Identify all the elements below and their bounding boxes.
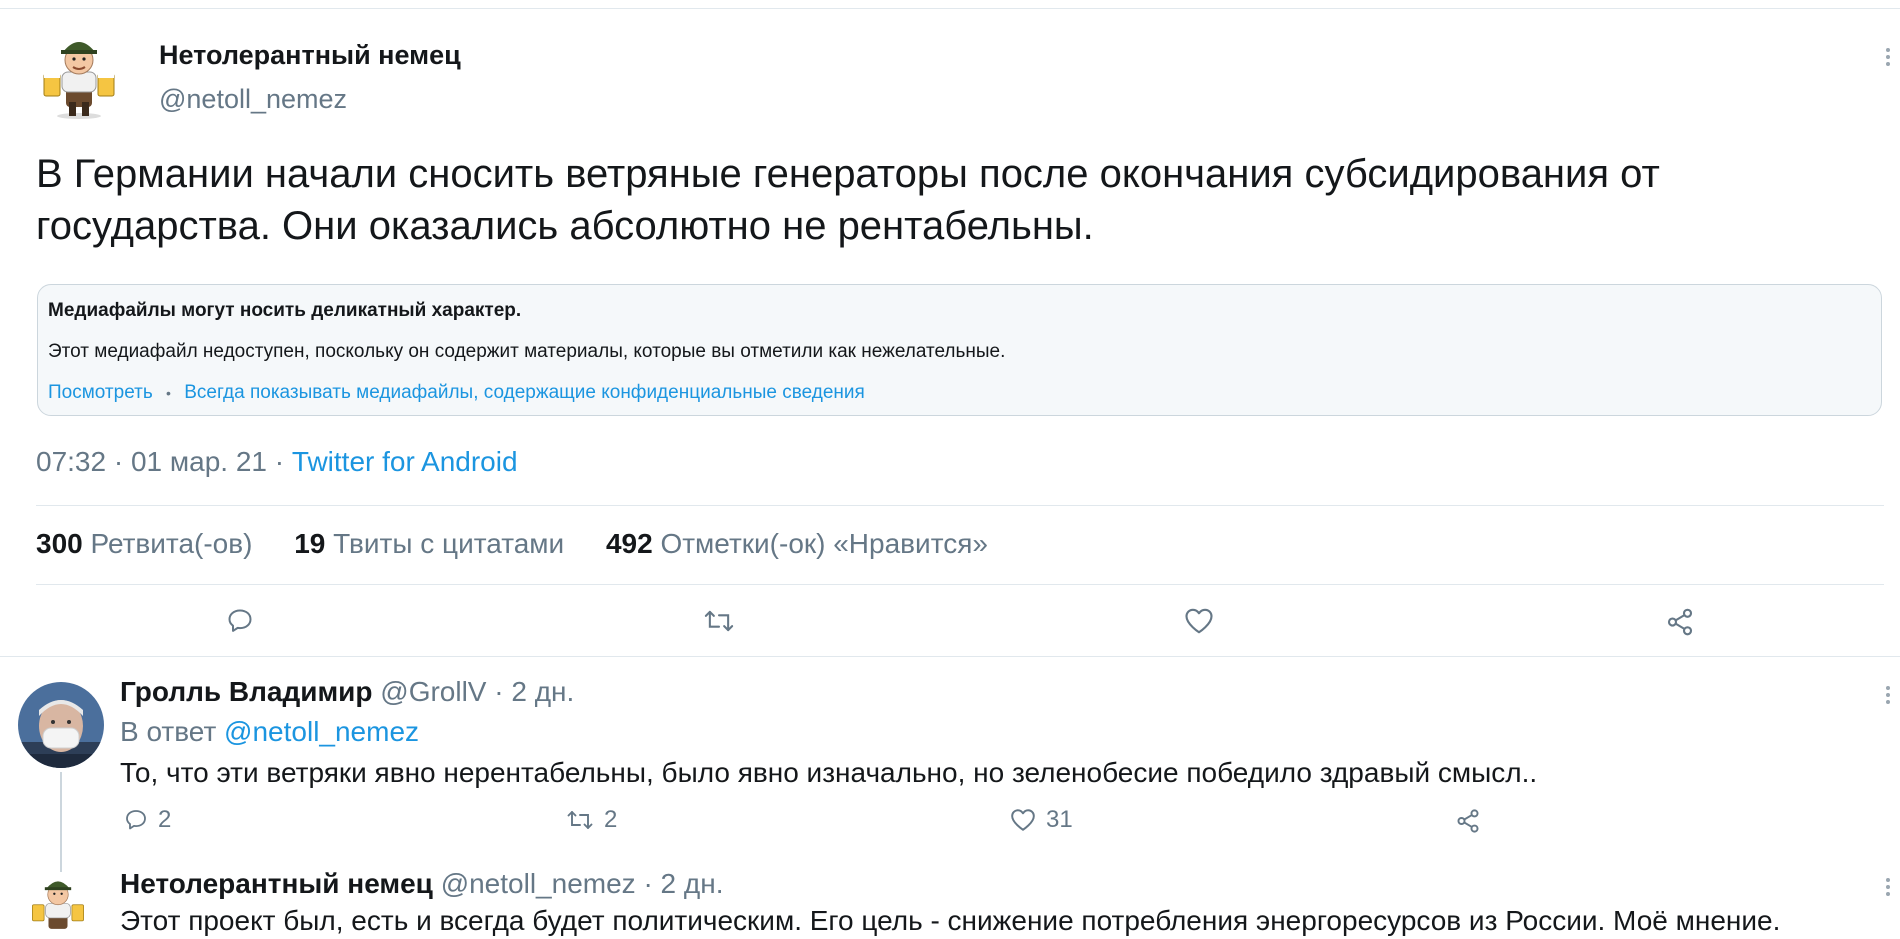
reply-age[interactable]: · 2 дн.: [494, 676, 574, 707]
reply-author-handle[interactable]: @GrollV: [380, 676, 486, 707]
tweet-date[interactable]: 01 мар. 21: [131, 446, 267, 477]
tweet-source[interactable]: Twitter for Android: [292, 446, 518, 477]
retweet-icon: [567, 811, 593, 829]
reply2-more-options-icon[interactable]: [1886, 878, 1892, 899]
reply-header: Гролль Владимир @GrollV · 2 дн.: [120, 676, 574, 708]
likes-stat[interactable]: 492 Отметки(-ок) «Нравится»: [606, 528, 988, 559]
beer-man-avatar-icon: [43, 42, 115, 119]
stats-divider-top: [36, 505, 1884, 506]
reply2-author-handle[interactable]: @netoll_nemez: [441, 868, 636, 899]
author-avatar[interactable]: [38, 30, 120, 120]
reply2-text: Этот проект был, есть и всегда будет пол…: [120, 905, 1781, 936]
sensitive-description: Этот медиафайл недоступен, поскольку он …: [48, 341, 1006, 362]
view-media-link[interactable]: Посмотреть: [48, 382, 153, 403]
retweets-stat[interactable]: 300 Ретвита(-ов): [36, 528, 260, 559]
retweet-icon: [704, 610, 734, 632]
sensitive-title: Медиафайлы могут носить деликатный харак…: [48, 300, 522, 321]
thread-connector-line: [60, 772, 62, 872]
reply-button[interactable]: [226, 607, 254, 640]
share-icon: [1457, 809, 1479, 833]
tweet-time[interactable]: 07:32: [36, 446, 106, 477]
reply2-author-avatar[interactable]: [28, 872, 88, 939]
reply-icon: [228, 609, 252, 632]
separator-dot: •: [166, 385, 171, 401]
quotes-stat[interactable]: 19 Твиты с цитатами: [294, 528, 572, 559]
always-show-media-link[interactable]: Всегда показывать медиафайлы, содержащие…: [184, 382, 865, 403]
heart-icon: [1185, 608, 1213, 634]
reply-like-count: 31: [1046, 806, 1073, 833]
reply-retweet-button[interactable]: 2: [566, 806, 617, 834]
in-reply-to-handle[interactable]: @netoll_nemez: [224, 716, 419, 747]
heart-icon: [1011, 809, 1035, 831]
beer-man-avatar-icon: [32, 881, 84, 929]
top-divider: [0, 8, 1900, 9]
reply-retweet-count: 2: [604, 806, 618, 833]
reply-share-button[interactable]: [1455, 808, 1481, 834]
like-button[interactable]: [1184, 607, 1214, 640]
reply-icon: [126, 810, 146, 830]
author-name[interactable]: Нетолерантный немец: [159, 40, 461, 71]
retweet-button[interactable]: [703, 607, 735, 640]
reply-more-options-icon[interactable]: [1886, 686, 1892, 707]
share-button[interactable]: [1665, 607, 1695, 642]
replies-divider: [0, 656, 1900, 657]
user-photo-avatar-icon: [18, 682, 104, 768]
in-reply-to: В ответ @netoll_nemez: [120, 716, 420, 747]
more-options-icon[interactable]: [1886, 48, 1892, 69]
reply2-age[interactable]: · 2 дн.: [643, 868, 723, 899]
reply-author-name[interactable]: Гролль Владимир: [120, 676, 372, 707]
reply2-header: Нетолерантный немец @netoll_nemez · 2 дн…: [120, 868, 724, 900]
author-handle[interactable]: @netoll_nemez: [159, 84, 347, 115]
stats-divider-bottom: [36, 584, 1884, 585]
reply-text: То, что эти ветряки явно нерентабельны, …: [120, 757, 1538, 788]
tweet-stats: 300 Ретвита(-ов) 19 Твиты с цитатами 492…: [36, 528, 988, 560]
reply-reply-button[interactable]: 2: [124, 806, 171, 834]
reply-like-button[interactable]: 31: [1010, 806, 1073, 834]
tweet-meta: 07:32 · 01 мар. 21 · Twitter for Android: [36, 446, 518, 477]
reply2-author-name[interactable]: Нетолерантный немец: [120, 868, 433, 899]
sensitive-links: Посмотреть • Всегда показывать медиафайл…: [48, 382, 865, 404]
reply-author-avatar[interactable]: [18, 682, 104, 768]
tweet-text: В Германии начали сносить ветряные генер…: [36, 152, 1660, 248]
reply-reply-count: 2: [158, 806, 172, 833]
share-icon: [1667, 608, 1693, 636]
